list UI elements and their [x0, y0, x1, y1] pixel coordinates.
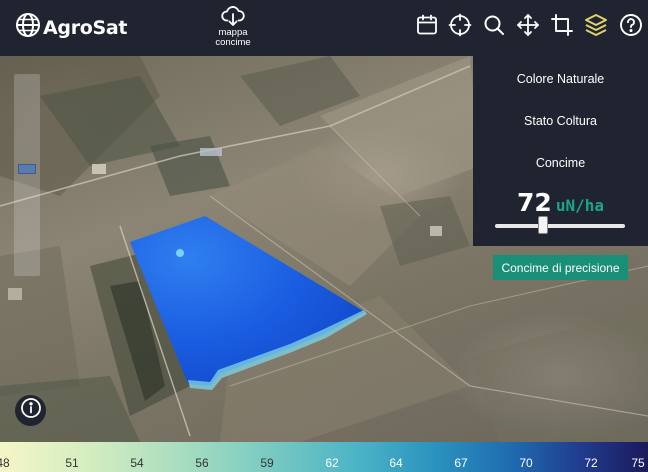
layer-crop-status[interactable]: Stato Coltura — [473, 114, 648, 128]
legend-label: 54 — [130, 456, 144, 470]
search-icon[interactable] — [482, 13, 506, 37]
color-scale-legend: 48 51 54 56 59 62 64 67 70 72 75 — [0, 442, 648, 472]
app-logo[interactable]: AgroSat — [15, 12, 128, 43]
dose-value: 72 — [517, 188, 552, 217]
legend-label: 72 — [584, 456, 598, 470]
app-title: AgroSat — [43, 16, 128, 39]
legend-label: 62 — [325, 456, 339, 470]
legend-label: 51 — [65, 456, 79, 470]
legend-label: 48 — [0, 456, 10, 470]
legend-label: 67 — [454, 456, 468, 470]
legend-label: 70 — [519, 456, 533, 470]
zoom-handle[interactable] — [18, 164, 36, 175]
export-label-line2: concime — [215, 37, 251, 48]
info-icon — [20, 397, 42, 424]
layer-natural-color[interactable]: Colore Naturale — [473, 72, 648, 86]
dose-slider[interactable] — [495, 216, 625, 234]
legend-label: 64 — [389, 456, 403, 470]
zoom-slider[interactable] — [14, 74, 40, 276]
legend-label: 59 — [260, 456, 274, 470]
help-icon[interactable] — [619, 13, 643, 37]
top-bar: AgroSat mappa concime — [0, 0, 648, 56]
move-icon[interactable] — [516, 13, 540, 37]
info-button[interactable] — [15, 395, 46, 426]
crop-icon[interactable] — [550, 13, 574, 37]
dose-slider-thumb[interactable] — [538, 216, 549, 234]
precision-fertilizer-button[interactable]: Concime di precisione — [493, 255, 628, 280]
calendar-icon[interactable] — [415, 13, 439, 37]
legend-label: 56 — [195, 456, 209, 470]
layer-fertilizer[interactable]: Concime — [473, 156, 648, 170]
globe-icon — [15, 12, 41, 43]
satellite-map[interactable]: Colore Naturale Stato Coltura Concime 72… — [0, 56, 648, 442]
cloud-download-icon — [208, 5, 258, 27]
crosshair-icon[interactable] — [448, 13, 472, 37]
legend-label: 75 — [631, 456, 645, 470]
dose-readout: 72 uN/ha — [473, 188, 648, 217]
dose-unit: uN/ha — [555, 196, 604, 215]
layer-panel: Colore Naturale Stato Coltura Concime 72… — [473, 56, 648, 280]
export-map-button[interactable]: mappa concime — [208, 5, 258, 48]
layers-icon[interactable] — [584, 13, 608, 37]
